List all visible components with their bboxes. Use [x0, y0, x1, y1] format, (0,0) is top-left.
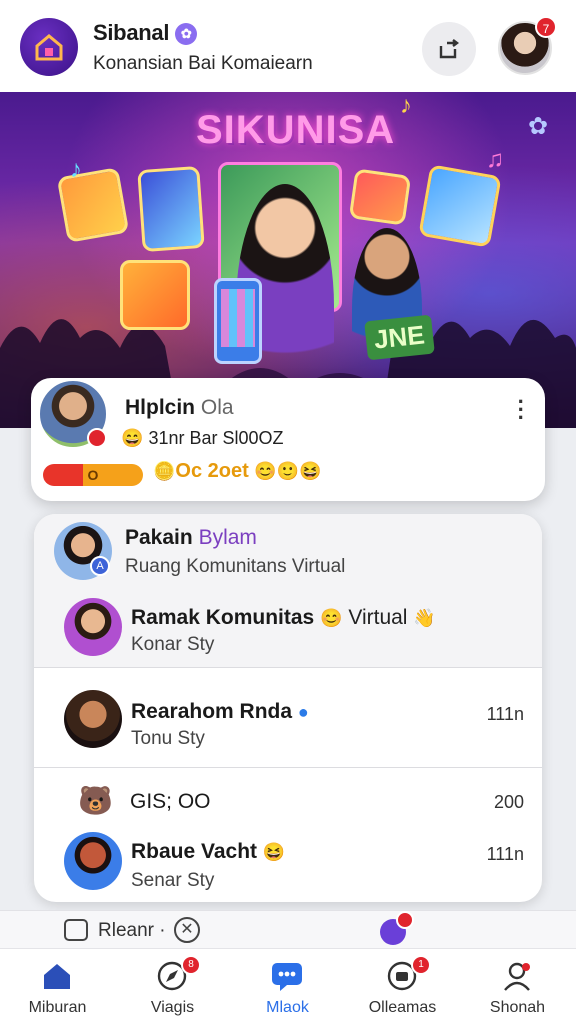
status-pill: O	[43, 464, 143, 486]
smile-emoji-icon: 😊	[254, 461, 277, 481]
group-title-accent: Bylam	[198, 526, 257, 549]
home-logo-icon	[35, 34, 63, 61]
home-icon	[44, 964, 70, 989]
contact-avatar[interactable]	[64, 690, 122, 748]
music-note-icon: ♪	[70, 156, 82, 183]
conversation-subtitle: Tonu Sty	[131, 728, 205, 749]
blue-drop-emoji-icon: ●	[297, 702, 309, 722]
app-subtitle: Konansian Bai Komaiearn	[93, 53, 313, 74]
attach-icon[interactable]	[64, 919, 88, 941]
conversation-title: Ramak Komunitas 😊 Virtual 👋	[131, 606, 436, 630]
music-note-icon: ✿	[528, 113, 549, 140]
featured-name-suffix: Ola	[200, 396, 234, 419]
coin-emoji-icon: 🪙	[153, 461, 176, 481]
profile-icon	[504, 962, 530, 991]
nav-item-notifications[interactable]: 1 Olleamas	[345, 949, 460, 1024]
list-item[interactable]: Rbaue Vacht 😆 Senar Sty 111n	[34, 828, 542, 902]
app-header: Sibanal ✿ Konansian Bai Komaiearn 7	[0, 0, 576, 92]
featured-card[interactable]: Hlplcin Ola 😄 31nr Bar Sl00OZ · · · O 🪙Oc …	[31, 378, 545, 501]
contact-avatar[interactable]	[64, 598, 122, 656]
dancer-figure-image	[352, 228, 422, 388]
phone-image	[214, 278, 262, 364]
nav-badge: 1	[411, 955, 431, 975]
conversation-title-text: Rearahom Rnda	[131, 700, 293, 723]
bear-emoji-icon: 🐻	[78, 785, 113, 816]
nav-label: Shonah	[489, 999, 546, 1016]
conversation-title: Rearahom Rnda ●	[131, 700, 309, 724]
reaction-strip: 🪙Oc 2oet 😊🙂😆	[153, 460, 322, 483]
composer-label[interactable]: Rleanr ·	[98, 920, 166, 942]
featured-name: Hlplcin Ola	[125, 396, 234, 420]
list-item[interactable]: Rearahom Rnda ● Tonu Sty 111n	[34, 670, 542, 768]
photo-tile-image	[348, 168, 412, 226]
group-subtitle: Ruang Komunitans Virtual	[125, 556, 346, 577]
music-tile-image	[56, 167, 130, 243]
share-button[interactable]	[422, 22, 476, 76]
conversation-time: 111n	[486, 844, 524, 864]
nav-item-messages[interactable]: Mlaok	[230, 949, 345, 1024]
verified-badge-icon: ✿	[175, 23, 198, 45]
featured-name-text: Hlplcin	[125, 396, 196, 419]
hero-tag: JNE	[364, 314, 435, 361]
group-row[interactable]: A Pakain Bylam Ruang Komunitans Virtual	[34, 514, 542, 588]
bottom-navigation: Miburan 8 Viagis Mlaok 1 Olleamas Shonah	[0, 948, 576, 1024]
friend-tile-image	[418, 164, 502, 248]
chat-bubble-badge	[396, 911, 414, 929]
coin-emoji-icon: 🙂	[276, 461, 300, 481]
nav-item-profile[interactable]: Shonah	[460, 949, 575, 1024]
smile-emoji-icon: 😊	[320, 608, 343, 628]
live-badge-icon	[87, 428, 107, 448]
laugh-emoji-icon: 😆	[262, 842, 286, 862]
conversation-time: 200	[493, 792, 524, 812]
list-item[interactable]: Ramak Komunitas 😊 Virtual 👋 Konar Sty	[34, 594, 542, 668]
music-note-icon: ♪	[400, 92, 412, 119]
reaction-text: Oc 2oet	[175, 460, 249, 482]
conversation-title: GIS; OO	[130, 790, 211, 814]
conversation-time: 111n	[486, 704, 524, 724]
share-icon	[439, 39, 459, 59]
laugh-emoji-icon: 😆	[299, 461, 322, 481]
game-tile-image	[120, 260, 190, 330]
composer-bar[interactable]: Rleanr · ✕	[0, 910, 576, 948]
nav-label: Viagis	[150, 999, 195, 1016]
featured-meta: 😄 31nr Bar Sl00OZ	[121, 428, 284, 449]
nav-item-explore[interactable]: 8 Viagis	[115, 949, 230, 1024]
nav-item-home[interactable]: Miburan	[0, 949, 115, 1024]
hero-title: SIKUNISA	[196, 108, 396, 152]
contact-avatar[interactable]	[64, 832, 122, 890]
nav-label: Miburan	[28, 999, 87, 1016]
group-title: Pakain Bylam	[125, 526, 257, 550]
more-options-icon[interactable]: · · ·	[518, 391, 525, 429]
conversation-subtitle: Konar Sty	[131, 634, 215, 655]
featured-meta-text: 31nr Bar Sl00OZ	[148, 428, 284, 448]
group-title-text: Pakain	[125, 526, 193, 549]
hand-emoji-icon: 👋	[413, 608, 436, 628]
conversation-title-text: GIS; OO	[130, 790, 211, 813]
conversation-title-suffix: Virtual	[348, 606, 408, 629]
dancer-tile-image	[137, 165, 205, 253]
clear-icon[interactable]: ✕	[174, 917, 200, 943]
conversation-title-text: Ramak Komunitas	[131, 606, 315, 629]
nav-badge: 8	[181, 955, 201, 975]
notification-badge: 7	[535, 16, 557, 38]
app-logo[interactable]	[20, 18, 78, 76]
conversation-list: A Pakain Bylam Ruang Komunitans Virtual …	[34, 514, 542, 902]
chat-icon	[272, 963, 302, 991]
conversation-subtitle: Senar Sty	[131, 870, 215, 891]
conversation-title: Rbaue Vacht 😆	[131, 840, 285, 864]
music-note-icon: ♫	[486, 146, 504, 173]
group-badge-icon: A	[90, 556, 110, 576]
conversation-title-text: Rbaue Vacht	[131, 840, 258, 863]
list-item[interactable]: 🐻 GIS; OO 200	[34, 768, 542, 832]
app-title-text: Sibanal	[93, 20, 170, 45]
smile-emoji-icon: 😄	[121, 428, 144, 448]
nav-label: Mlaok	[266, 999, 309, 1016]
nav-label: Olleamas	[368, 999, 437, 1016]
app-title: Sibanal ✿	[93, 20, 198, 46]
